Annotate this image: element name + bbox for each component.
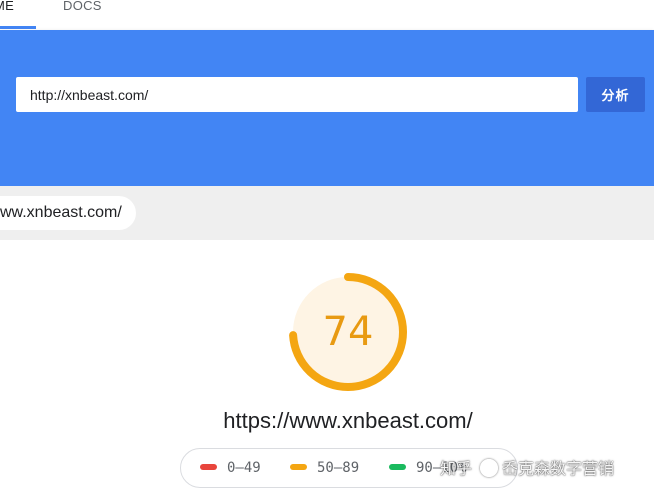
legend-item-average: 50–89: [290, 449, 359, 487]
tab-home[interactable]: ME: [0, 0, 36, 30]
watermark: 知乎 岙克森数字营销: [440, 456, 614, 482]
report-url-title: https://www.xnbeast.com/: [223, 408, 473, 433]
url-entry-header: 分析: [0, 30, 654, 186]
legend-label-fail: 0–49: [227, 460, 261, 476]
tab-home-label: ME: [0, 0, 15, 13]
top-tab-bar: ME DOCS: [0, 0, 654, 30]
active-tab-indicator: [0, 26, 36, 29]
legend-swatch-green: [389, 464, 406, 470]
legend-swatch-red: [200, 464, 217, 470]
tab-docs[interactable]: DOCS: [63, 0, 102, 30]
report-url-strip: ww.xnbeast.com/: [0, 186, 654, 240]
legend-swatch-orange: [290, 464, 307, 470]
analyze-button[interactable]: 分析: [586, 77, 645, 112]
legend-label-average: 50–89: [317, 460, 360, 476]
legend-item-fail: 0–49: [200, 449, 261, 487]
tab-docs-label: DOCS: [63, 0, 102, 13]
report-url-chip[interactable]: ww.xnbeast.com/: [0, 196, 136, 230]
performance-score-value: 74: [322, 309, 374, 355]
watermark-site-name: 知乎: [440, 459, 473, 478]
user-avatar-icon: [480, 458, 499, 477]
watermark-author: 岙克森数字营销: [502, 459, 615, 478]
url-input[interactable]: [16, 77, 578, 112]
